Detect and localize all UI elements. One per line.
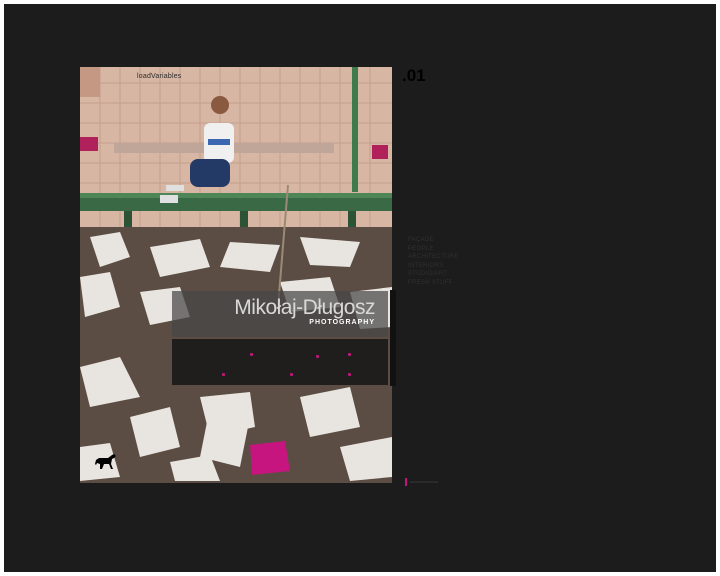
nav-item-interiors[interactable]: INTERIORS [408, 262, 459, 271]
thumbnail-5[interactable] [290, 373, 293, 376]
brand-panel-edge [390, 290, 396, 386]
main-photo[interactable] [80, 67, 392, 483]
thumbnail-strip [172, 339, 388, 385]
main-nav: FAÇADE PEOPLE ARCHITECTURE INTERIORS STU… [408, 236, 459, 288]
thumbnail-2[interactable] [316, 355, 319, 358]
brand-subtitle: PHOTOGRAPHY [309, 319, 375, 326]
brand-name: Mikołaj-Długosz [234, 296, 375, 319]
thumbnail-6[interactable] [348, 373, 351, 376]
nav-item-fresh-stuff[interactable]: FRESH STUFF [408, 279, 459, 288]
nav-item-studio-art[interactable]: STUDIO/ART [408, 270, 459, 279]
brand-panel: Mikołaj-Długosz PHOTOGRAPHY [172, 291, 388, 337]
dog-logo-icon [95, 454, 116, 469]
nav-item-people[interactable]: PEOPLE [408, 245, 459, 254]
thumbnail-3[interactable] [348, 353, 351, 356]
image-counter: .01 [402, 66, 426, 85]
nav-item-facade[interactable]: FAÇADE [408, 236, 459, 245]
pager-marker[interactable] [405, 478, 407, 486]
thumbnail-1[interactable] [250, 353, 253, 356]
load-variables-tag: loadVariables [137, 73, 182, 80]
thumbnail-4[interactable] [222, 373, 225, 376]
nav-item-architecture[interactable]: ARCHITECTURE [408, 253, 459, 262]
pager-track[interactable] [410, 481, 438, 483]
